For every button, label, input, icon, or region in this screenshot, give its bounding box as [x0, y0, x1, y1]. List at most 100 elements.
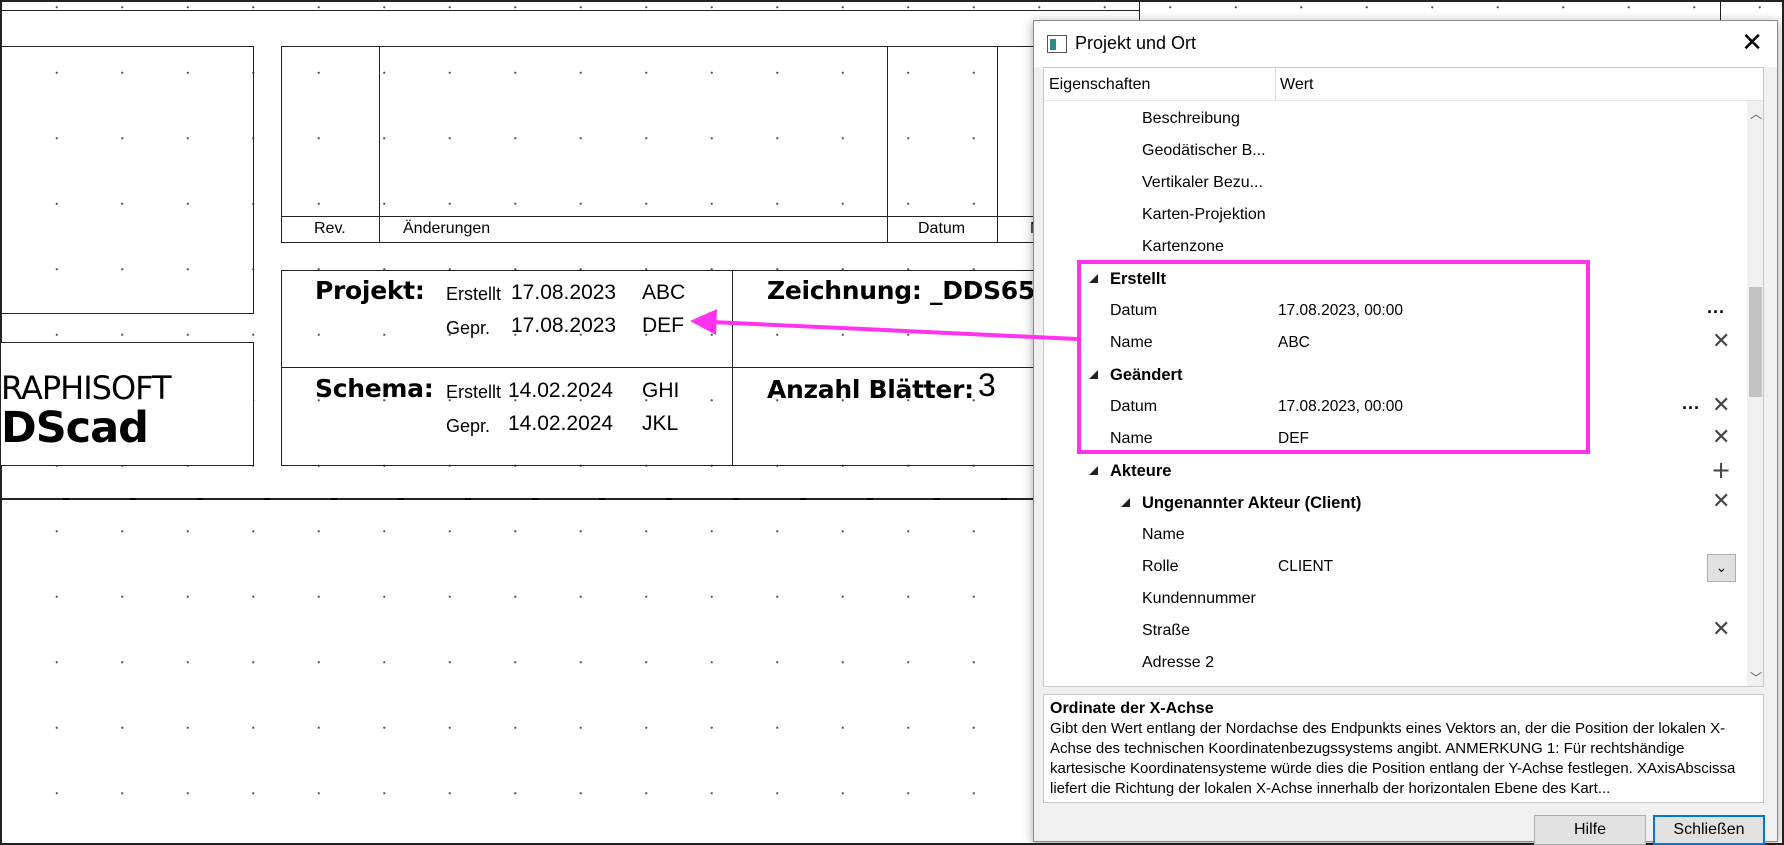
property-row[interactable]: Geodätischer B... [1044, 135, 1744, 167]
marker-line [2, 498, 1042, 500]
schema-checked-date: 14.02.2024 [508, 412, 614, 435]
project-checked-by: DEF [642, 314, 684, 337]
scrollbar-thumb[interactable] [1749, 287, 1762, 397]
left-upper-box [0, 46, 254, 314]
property-name: Kartenzone [1142, 238, 1224, 255]
frame-top-line [2, 10, 1139, 11]
revision-header-line [281, 216, 1039, 217]
property-name: Vertikaler Bezu... [1142, 174, 1263, 191]
help-button[interactable]: Hilfe [1534, 815, 1646, 845]
property-name: Beschreibung [1142, 110, 1240, 127]
logo-box: RAPHISOFT DScad [0, 342, 254, 466]
close-icon[interactable]: ✕ [1712, 618, 1730, 642]
property-row[interactable]: Kartenzone [1044, 231, 1744, 263]
triangle-down-icon[interactable] [1089, 274, 1098, 283]
property-value[interactable]: 17.08.2023, 00:00 [1278, 302, 1403, 320]
triangle-down-icon[interactable] [1089, 466, 1098, 475]
group-name: Akteure [1110, 462, 1172, 480]
dialog-title: Projekt und Ort [1075, 33, 1197, 53]
revision-header-date: Datum [918, 220, 966, 237]
column-separator[interactable] [1275, 68, 1276, 101]
property-name: Name [1110, 430, 1153, 447]
property-row[interactable]: Vertikaler Bezu... [1044, 167, 1744, 199]
chevron-down-icon: ⌄ [1715, 559, 1728, 575]
triangle-down-icon[interactable] [1089, 370, 1098, 379]
property-name: Name [1110, 334, 1153, 351]
property-row[interactable]: Karten-Projektion [1044, 199, 1744, 231]
ellipsis-icon[interactable]: ... [1707, 297, 1725, 318]
column-header-properties[interactable]: Eigenschaften [1049, 76, 1150, 94]
property-grid[interactable]: Eigenschaften Wert Beschreibung Geodätis… [1043, 67, 1764, 687]
project-label: Projekt: [315, 276, 425, 305]
property-grid-header: Eigenschaften Wert [1044, 68, 1763, 101]
property-row[interactable]: Straße ✕ [1044, 615, 1744, 647]
property-row[interactable]: Rolle CLIENT ⌄ [1044, 551, 1744, 583]
property-value[interactable]: DEF [1278, 430, 1309, 448]
project-created-label: Erstellt [446, 284, 502, 304]
property-row[interactable]: Datum 17.08.2023, 00:00 ... [1044, 295, 1744, 327]
property-name: Name [1142, 526, 1185, 543]
app-window-icon [1047, 35, 1067, 53]
schema-checked-label: Gepr. [446, 416, 491, 436]
property-row[interactable]: Name ABC ✕ [1044, 327, 1744, 359]
title-block-col-line [732, 270, 733, 466]
ellipsis-icon[interactable]: ... [1682, 393, 1700, 414]
schema-created-label: Erstellt [446, 382, 502, 402]
property-name: Karten-Projektion [1142, 206, 1266, 223]
logo-line1: RAPHISOFT [1, 369, 172, 407]
property-row[interactable]: Beschreibung [1044, 103, 1744, 135]
property-row[interactable]: Datum 17.08.2023, 00:00 ... ✕ [1044, 391, 1744, 423]
group-row-created[interactable]: Erstellt [1044, 263, 1744, 295]
dialog-titlebar[interactable]: Projekt und Ort ✕ [1034, 21, 1777, 67]
plus-icon[interactable]: + [1711, 458, 1731, 482]
scroll-down-icon[interactable]: ﹀ [1750, 669, 1762, 686]
project-checked-date: 17.08.2023 [511, 314, 617, 337]
close-icon[interactable]: ✕ [1712, 426, 1730, 450]
group-row-actor-client[interactable]: Ungenannter Akteur (Client) ✕ [1044, 487, 1744, 519]
revision-col-1 [379, 46, 380, 243]
revision-col-3 [997, 46, 998, 243]
revision-col-2 [887, 46, 888, 243]
schema-created-by: GHI [642, 379, 680, 402]
vertical-scrollbar[interactable]: ︿ ﹀ [1747, 101, 1763, 686]
group-name: Ungenannter Akteur (Client) [1142, 494, 1362, 512]
close-icon[interactable]: ✕ [1741, 30, 1763, 56]
column-header-value[interactable]: Wert [1280, 76, 1313, 94]
property-value[interactable]: ABC [1278, 334, 1310, 352]
close-icon[interactable]: ✕ [1712, 394, 1730, 418]
group-row-changed[interactable]: Geändert [1044, 359, 1744, 391]
property-row[interactable]: Name DEF ✕ [1044, 423, 1744, 455]
description-panel: Ordinate der X-Achse Gibt den Wert entla… [1043, 694, 1764, 803]
property-row[interactable]: Name [1044, 519, 1744, 551]
project-created-date: 17.08.2023 [511, 281, 617, 304]
title-block-mid-line [281, 367, 1039, 368]
close-icon[interactable]: ✕ [1712, 330, 1730, 354]
schema-checked-by: JKL [642, 412, 679, 435]
property-name: Kundennummer [1142, 590, 1256, 607]
drawing-label: Zeichnung: [767, 276, 922, 305]
project-location-dialog: Projekt und Ort ✕ Eigenschaften Wert Bes… [1033, 20, 1778, 845]
sheets-label: Anzahl Blätter: [767, 375, 974, 404]
close-button[interactable]: Schließen [1653, 815, 1765, 845]
close-icon[interactable]: ✕ [1712, 490, 1730, 514]
sheets-value: 3 [978, 367, 996, 403]
property-row[interactable]: Kundennummer [1044, 583, 1744, 615]
project-created-by: ABC [642, 281, 686, 304]
description-title: Ordinate der X-Achse [1050, 700, 1214, 717]
group-name: Geändert [1110, 366, 1183, 384]
group-name: Erstellt [1110, 270, 1166, 288]
project-checked-label: Gepr. [446, 318, 491, 338]
group-row-actors[interactable]: Akteure + [1044, 455, 1744, 487]
property-name: Datum [1110, 398, 1158, 415]
property-name: Rolle [1142, 558, 1179, 575]
scroll-up-icon[interactable]: ︿ [1750, 105, 1762, 122]
triangle-down-icon[interactable] [1121, 498, 1130, 507]
property-name: Adresse 2 [1142, 654, 1215, 671]
property-value[interactable]: CLIENT [1278, 558, 1333, 576]
role-dropdown-button[interactable]: ⌄ [1707, 554, 1736, 582]
revision-table [281, 46, 1039, 243]
logo-line2: DScad [1, 403, 149, 453]
property-value[interactable]: 17.08.2023, 00:00 [1278, 398, 1403, 416]
schema-label: Schema: [315, 374, 434, 403]
property-row[interactable]: Adresse 2 [1044, 647, 1744, 679]
